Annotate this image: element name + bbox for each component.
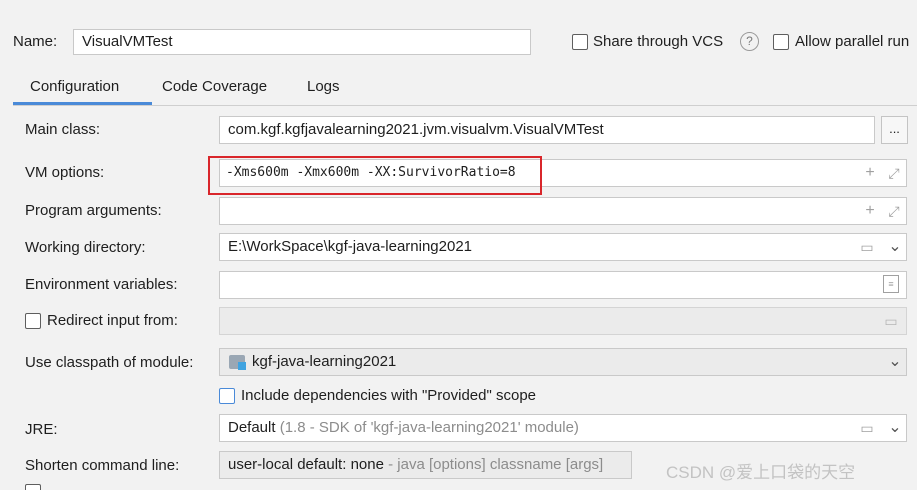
tab-configuration[interactable]: Configuration	[30, 76, 119, 98]
shorten-command-line-select[interactable]: user-local default: none - java [options…	[219, 451, 632, 479]
add-icon[interactable]: +	[860, 163, 880, 183]
share-vcs-label: Share through VCS	[593, 33, 724, 50]
main-class-label: Main class:	[25, 121, 101, 138]
program-arguments-label: Program arguments:	[25, 202, 162, 219]
share-vcs-checkbox[interactable]	[572, 34, 588, 50]
folder-icon[interactable]: ▭	[880, 311, 902, 331]
shorten-value: user-local default: none	[228, 456, 384, 473]
name-input[interactable]: VisualVMTest	[73, 29, 531, 55]
folder-icon[interactable]: ▭	[856, 418, 878, 438]
shorten-command-line-label: Shorten command line:	[25, 457, 180, 474]
vm-options-label: VM options:	[25, 164, 105, 181]
program-arguments-input[interactable]	[219, 197, 907, 225]
allow-parallel-label: Allow parallel run	[795, 33, 910, 50]
add-icon[interactable]: +	[860, 201, 880, 221]
jre-value: Default	[228, 419, 276, 436]
redirect-input-field[interactable]	[219, 307, 907, 335]
folder-icon[interactable]: ▭	[856, 237, 878, 257]
classpath-module-label: Use classpath of module:	[25, 354, 194, 371]
chevron-down-icon[interactable]: ⌄	[886, 418, 904, 438]
include-dependencies-checkbox[interactable]	[219, 388, 235, 404]
chevron-down-icon[interactable]: ⌄	[886, 237, 904, 257]
expand-icon[interactable]: ⤢	[884, 163, 904, 183]
classpath-module-value: kgf-java-learning2021	[252, 353, 397, 370]
jre-select[interactable]: Default (1.8 - SDK of 'kgf-java-learning…	[219, 414, 907, 442]
jre-label: JRE:	[25, 421, 58, 438]
tab-divider	[13, 105, 917, 106]
environment-variables-input[interactable]	[219, 271, 907, 299]
working-directory-label: Working directory:	[25, 239, 146, 256]
expand-icon[interactable]: ⤢	[884, 201, 904, 221]
highlight-box	[208, 156, 542, 195]
tab-code-coverage[interactable]: Code Coverage	[162, 76, 267, 98]
redirect-input-label: Redirect input from:	[47, 312, 178, 329]
module-badge-icon	[238, 362, 246, 370]
classpath-module-select[interactable]: kgf-java-learning2021	[219, 348, 907, 376]
cut-off-checkbox[interactable]	[25, 484, 41, 490]
watermark: CSDN @爱上口袋的天空	[666, 463, 856, 482]
chevron-down-icon[interactable]: ⌄	[886, 352, 904, 372]
document-icon[interactable]: ≡	[883, 275, 899, 293]
question-icon[interactable]: ?	[740, 32, 759, 51]
shorten-detail: - java [options] classname [args]	[388, 456, 604, 473]
working-directory-input[interactable]: E:\WorkSpace\kgf-java-learning2021	[219, 233, 907, 261]
tab-logs[interactable]: Logs	[307, 76, 340, 98]
main-class-input[interactable]: com.kgf.kgfjavalearning2021.jvm.visualvm…	[219, 116, 875, 144]
jre-detail: (1.8 - SDK of 'kgf-java-learning2021' mo…	[279, 419, 579, 436]
redirect-input-checkbox[interactable]	[25, 313, 41, 329]
environment-variables-label: Environment variables:	[25, 276, 178, 293]
browse-main-class-button[interactable]: ...	[881, 116, 908, 144]
name-label: Name:	[13, 33, 58, 50]
allow-parallel-checkbox[interactable]	[773, 34, 789, 50]
include-dependencies-label: Include dependencies with "Provided" sco…	[241, 387, 537, 404]
